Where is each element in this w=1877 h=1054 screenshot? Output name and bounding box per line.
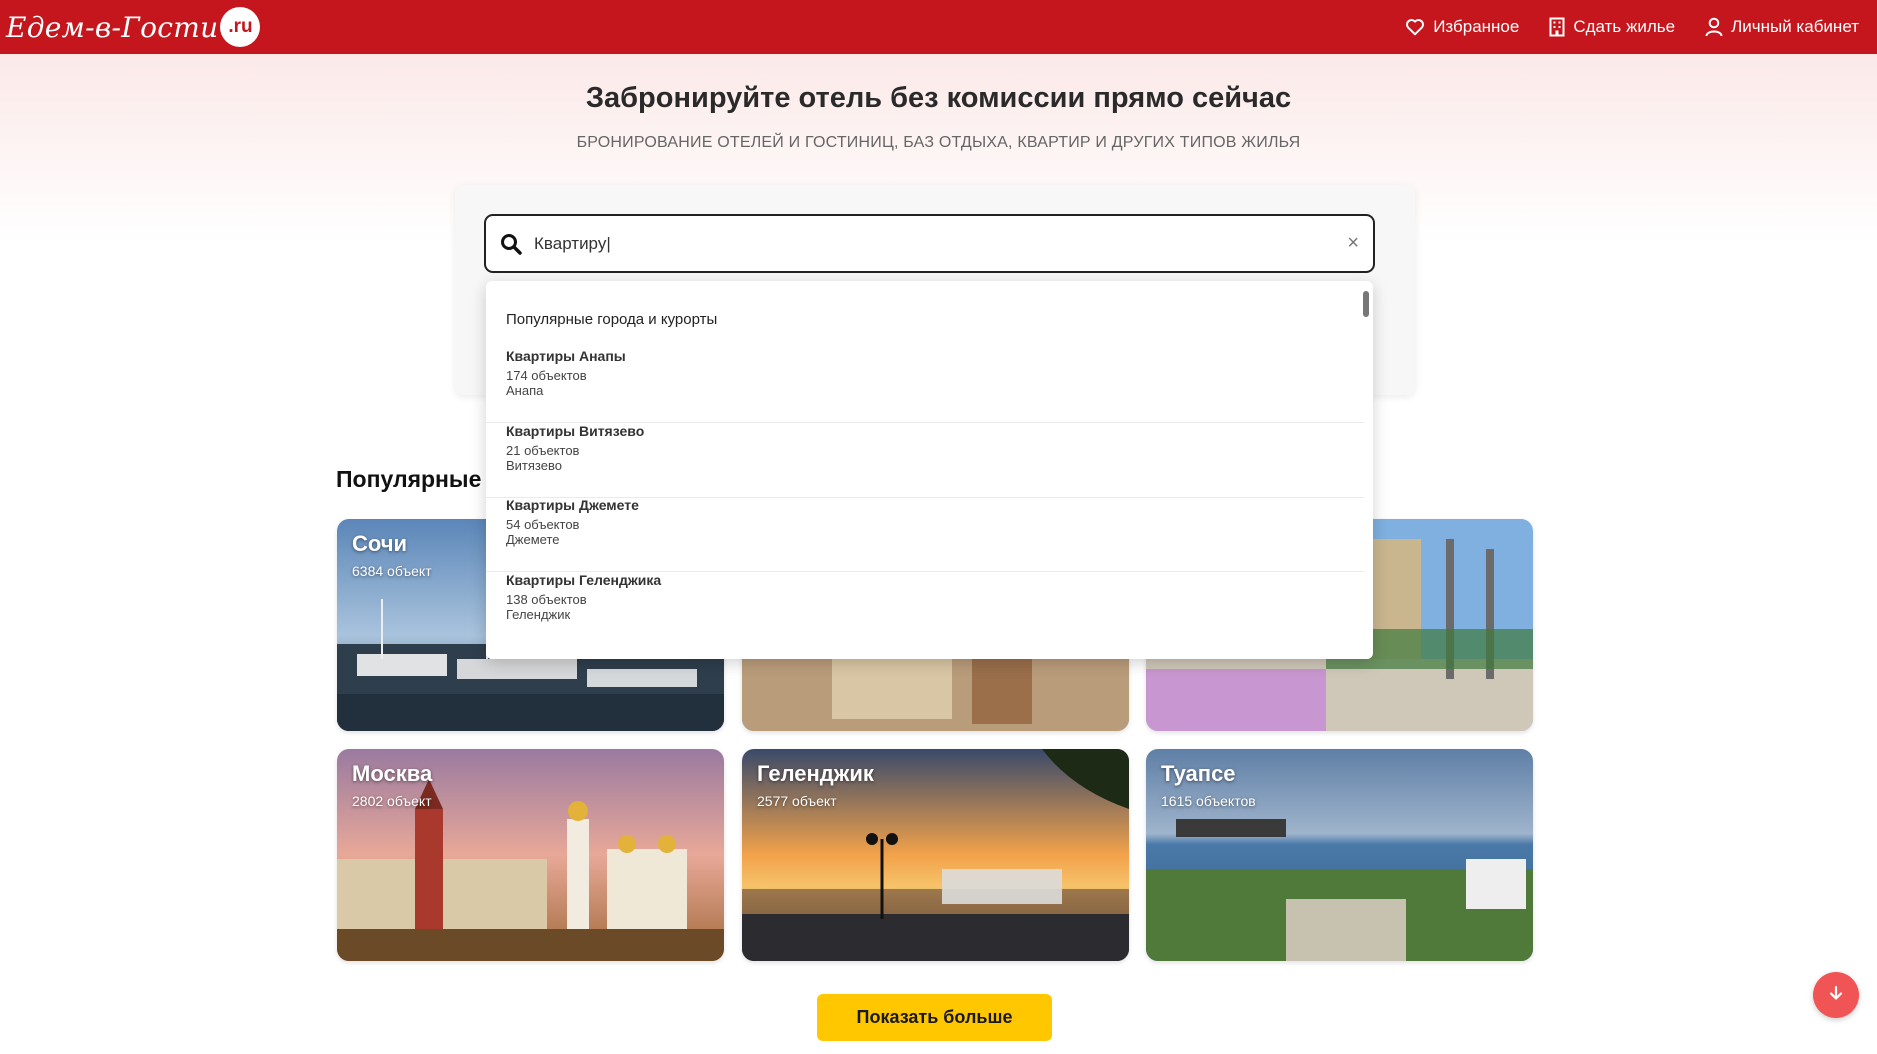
suggestion-item[interactable]: Квартиры Геленджика 138 объектов Гелендж… bbox=[486, 572, 1364, 647]
nav-rent-out[interactable]: Сдать жилье bbox=[1549, 17, 1675, 37]
suggestion-title: Квартиры Витязево bbox=[506, 423, 645, 439]
suggestion-title: Квартиры Джемете bbox=[506, 497, 639, 513]
suggestions-heading: Популярные города и курорты bbox=[506, 311, 718, 328]
dropdown-scrollbar[interactable] bbox=[1363, 291, 1369, 317]
arrow-down-icon bbox=[1828, 985, 1844, 1006]
suggestion-location: Анапа bbox=[506, 383, 544, 398]
suggestion-location: Витязево bbox=[506, 458, 562, 473]
site-logo[interactable]: Едем-в-Гости .ru bbox=[6, 7, 261, 47]
page-title: Забронируйте отель без комиссии прямо се… bbox=[585, 82, 1292, 114]
nav-account[interactable]: Личный кабинет bbox=[1705, 17, 1859, 37]
city-count: 1615 объектов bbox=[1161, 793, 1256, 809]
city-card-moscow[interactable]: Москва 2802 объект bbox=[337, 749, 724, 961]
city-count: 2802 объект bbox=[352, 793, 432, 809]
search-suggestions-dropdown: Популярные города и курорты Квартиры Ана… bbox=[486, 281, 1373, 659]
suggestion-count: 21 объектов bbox=[506, 443, 580, 458]
city-card-gelendzhik[interactable]: Геленджик 2577 объект bbox=[742, 749, 1129, 961]
header-nav: Избранное Сдать жилье Личный кабинет bbox=[1405, 17, 1859, 37]
suggestion-count: 54 объектов bbox=[506, 517, 580, 532]
city-count: 6384 объект bbox=[352, 563, 432, 579]
suggestion-title: Квартиры Геленджика bbox=[506, 572, 662, 588]
building-icon bbox=[1549, 17, 1565, 37]
search-box[interactable]: × bbox=[484, 214, 1375, 273]
suggestion-item[interactable]: Квартиры Витязево 21 объектов Витязево bbox=[486, 423, 1364, 498]
search-input[interactable] bbox=[534, 233, 1348, 254]
nav-favorites[interactable]: Избранное bbox=[1405, 17, 1519, 37]
suggestion-title: Квартиры Анапы bbox=[506, 348, 626, 364]
city-name: Сочи bbox=[352, 531, 408, 556]
nav-favorites-label: Избранное bbox=[1433, 17, 1520, 36]
city-card-tuapse[interactable]: Туапсе 1615 объектов bbox=[1146, 749, 1533, 961]
page-subtitle: БРОНИРОВАНИЕ ОТЕЛЕЙ И ГОСТИНИЦ, БАЗ ОТДЫ… bbox=[576, 134, 1301, 151]
city-name: Геленджик bbox=[757, 761, 874, 786]
dropdown-bottom-edge bbox=[486, 641, 1364, 659]
top-header: Едем-в-Гости .ru Избранное Сдать жилье Л… bbox=[0, 0, 1877, 54]
suggestion-location: Геленджик bbox=[506, 607, 571, 622]
popular-section-title: Популярные bbox=[336, 466, 482, 492]
suggestion-item[interactable]: Квартиры Анапы 174 объектов Анапа bbox=[486, 348, 1364, 423]
city-name: Москва bbox=[352, 761, 433, 786]
search-icon bbox=[500, 233, 522, 255]
heart-icon bbox=[1405, 18, 1425, 36]
logo-badge: .ru bbox=[220, 7, 261, 47]
suggestion-count: 174 объектов bbox=[506, 368, 587, 383]
city-name: Туапсе bbox=[1161, 761, 1236, 786]
suggestion-location: Джемете bbox=[506, 532, 560, 547]
scroll-down-button[interactable] bbox=[1813, 972, 1859, 1018]
nav-account-label: Личный кабинет bbox=[1731, 17, 1859, 36]
city-count: 2577 объект bbox=[757, 793, 837, 809]
nav-rent-out-label: Сдать жилье bbox=[1573, 17, 1676, 36]
show-more-button[interactable]: Показать больше bbox=[817, 994, 1052, 1041]
logo-text: Едем-в-Гости bbox=[6, 10, 219, 44]
suggestion-item[interactable]: Квартиры Джемете 54 объектов Джемете bbox=[486, 497, 1364, 572]
suggestion-count: 138 объектов bbox=[506, 592, 587, 607]
user-icon bbox=[1705, 17, 1723, 37]
clear-search-icon[interactable]: × bbox=[1347, 232, 1359, 255]
